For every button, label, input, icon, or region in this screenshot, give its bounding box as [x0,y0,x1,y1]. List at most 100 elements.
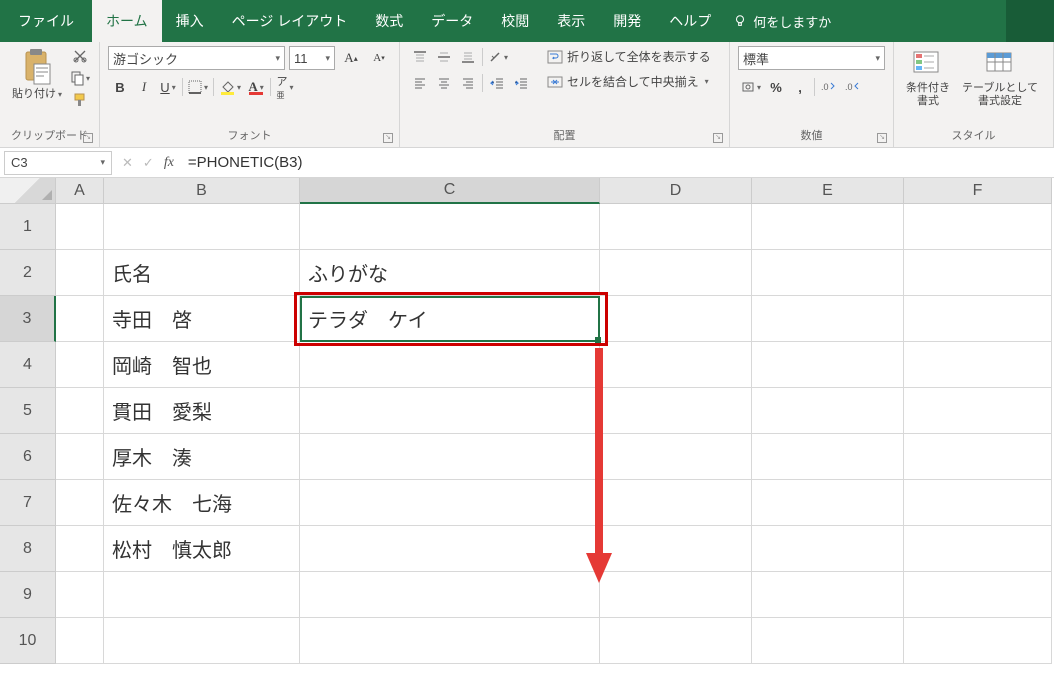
cell-C1[interactable] [300,204,600,250]
cell-F7[interactable] [904,480,1052,526]
cell-F9[interactable] [904,572,1052,618]
row-header-3[interactable]: 3 [0,296,56,342]
orientation-button[interactable]: ▾ [485,46,511,68]
cell-A6[interactable] [56,434,104,480]
alignment-dialog-launcher[interactable]: ↘ [713,133,723,143]
tab-help[interactable]: ヘルプ [655,0,725,42]
cell-B4[interactable]: 岡崎 智也 [104,342,300,388]
tab-page-layout[interactable]: ページ レイアウト [218,0,362,42]
col-header-F[interactable]: F [904,178,1052,204]
cell-B7[interactable]: 佐々木 七海 [104,480,300,526]
formula-enter-button[interactable]: ✓ [143,155,154,171]
wrap-text-button[interactable]: 折り返して全体を表示する [543,46,715,67]
format-painter-button[interactable] [70,90,90,110]
cell-E9[interactable] [752,572,904,618]
number-format-combo[interactable]: 標準▾ [738,46,885,70]
accounting-format-button[interactable]: ▾ [738,76,764,98]
italic-button[interactable]: I [132,76,156,98]
decrease-decimal-button[interactable]: .0 [841,76,865,98]
cell-A8[interactable] [56,526,104,572]
row-header-8[interactable]: 8 [0,526,56,572]
cell-A2[interactable] [56,250,104,296]
tab-data[interactable]: データ [417,0,487,42]
decrease-indent-button[interactable] [485,72,509,94]
cell-F5[interactable] [904,388,1052,434]
tab-review[interactable]: 校閲 [487,0,543,42]
tell-me-search[interactable]: 何をしますか [733,12,831,31]
cell-E1[interactable] [752,204,904,250]
row-header-5[interactable]: 5 [0,388,56,434]
cell-A9[interactable] [56,572,104,618]
bold-button[interactable]: B [108,76,132,98]
cell-B10[interactable] [104,618,300,664]
align-middle-button[interactable] [432,46,456,68]
cell-C9[interactable] [300,572,600,618]
tab-formulas[interactable]: 数式 [361,0,417,42]
cell-F6[interactable] [904,434,1052,480]
row-header-4[interactable]: 4 [0,342,56,388]
align-right-button[interactable] [456,72,480,94]
cell-B2[interactable]: 氏名 [104,250,300,296]
font-size-combo[interactable]: 11▾ [289,46,335,70]
tab-developer[interactable]: 開発 [599,0,655,42]
font-name-combo[interactable]: 游ゴシック▾ [108,46,285,70]
cell-B8[interactable]: 松村 慎太郎 [104,526,300,572]
phonetic-guide-button[interactable]: ア亜▾ [273,76,297,98]
cell-E4[interactable] [752,342,904,388]
align-bottom-button[interactable] [456,46,480,68]
clipboard-dialog-launcher[interactable]: ↘ [83,133,93,143]
formula-cancel-button[interactable]: ✕ [122,155,133,171]
cell-C10[interactable] [300,618,600,664]
underline-button[interactable]: U▾ [156,76,180,98]
comma-button[interactable]: , [788,76,812,98]
select-all-button[interactable] [0,178,56,204]
col-header-A[interactable]: A [56,178,104,204]
cell-B9[interactable] [104,572,300,618]
cell-D2[interactable] [600,250,752,296]
fill-color-button[interactable]: ▾ [216,76,244,98]
tab-file[interactable]: ファイル [0,0,92,42]
cell-D1[interactable] [600,204,752,250]
cell-D9[interactable] [600,572,752,618]
increase-font-button[interactable]: A▴ [339,47,363,69]
borders-button[interactable]: ▾ [185,76,211,98]
align-center-button[interactable] [432,72,456,94]
cell-C8[interactable] [300,526,600,572]
cell-D4[interactable] [600,342,752,388]
cell-D5[interactable] [600,388,752,434]
tab-insert[interactable]: 挿入 [162,0,218,42]
cell-D7[interactable] [600,480,752,526]
cell-A10[interactable] [56,618,104,664]
col-header-E[interactable]: E [752,178,904,204]
cell-C7[interactable] [300,480,600,526]
col-header-D[interactable]: D [600,178,752,204]
cell-A4[interactable] [56,342,104,388]
row-header-7[interactable]: 7 [0,480,56,526]
cell-F10[interactable] [904,618,1052,664]
cell-C4[interactable] [300,342,600,388]
cell-E2[interactable] [752,250,904,296]
cell-F4[interactable] [904,342,1052,388]
tab-view[interactable]: 表示 [543,0,599,42]
percent-button[interactable]: % [764,76,788,98]
row-header-2[interactable]: 2 [0,250,56,296]
number-dialog-launcher[interactable]: ↘ [877,133,887,143]
row-header-9[interactable]: 9 [0,572,56,618]
tab-home[interactable]: ホーム [92,0,162,42]
cell-E5[interactable] [752,388,904,434]
col-header-B[interactable]: B [104,178,300,204]
cell-D3[interactable] [600,296,752,342]
cell-D8[interactable] [600,526,752,572]
font-dialog-launcher[interactable]: ↘ [383,133,393,143]
cell-E6[interactable] [752,434,904,480]
name-box[interactable]: C3 ▾ [4,151,112,175]
conditional-formatting-button[interactable]: 条件付き 書式 [902,46,954,110]
cell-E3[interactable] [752,296,904,342]
cell-C6[interactable] [300,434,600,480]
cell-B1[interactable] [104,204,300,250]
cell-A1[interactable] [56,204,104,250]
cell-A3[interactable] [56,296,104,342]
cell-B3[interactable]: 寺田 啓 [104,296,300,342]
cell-C3[interactable]: テラダ ケイ [300,296,600,342]
cell-B6[interactable]: 厚木 湊 [104,434,300,480]
